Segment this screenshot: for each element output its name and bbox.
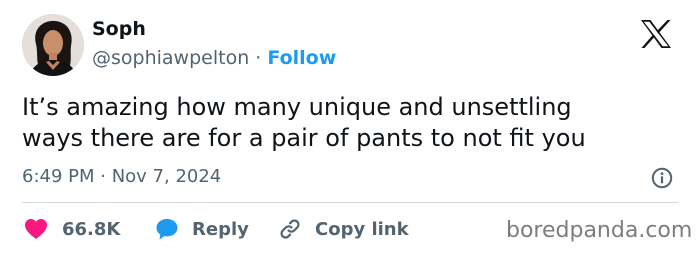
speech-bubble-icon (156, 219, 178, 240)
author-handle[interactable]: @sophiawpelton (92, 47, 249, 69)
tweet-text-line: ways there are for a pair of pants to no… (22, 124, 586, 152)
author-name[interactable]: Soph (92, 18, 146, 40)
follow-button[interactable]: Follow (267, 47, 336, 69)
tweet-timestamp[interactable]: 6:49 PM · Nov 7, 2024 (22, 166, 221, 187)
tweet-text: It’s amazing how many unique and unsettl… (22, 92, 662, 154)
copy-link-button[interactable]: Copy link (278, 214, 409, 244)
tweet-card: Soph @sophiawpelton · Follow It’s amazin… (0, 0, 700, 256)
divider (22, 202, 678, 203)
author-handle-row: @sophiawpelton · Follow (92, 47, 336, 69)
tweet-text-line: It’s amazing how many unique and unsettl… (22, 93, 572, 121)
x-logo-icon[interactable] (638, 18, 674, 50)
separator-dot: · (255, 47, 262, 69)
info-icon[interactable] (651, 167, 673, 189)
link-icon (280, 219, 300, 239)
reply-button[interactable]: Reply (155, 214, 249, 244)
heart-icon (25, 219, 47, 239)
copy-link-label: Copy link (315, 218, 409, 240)
profile-photo (22, 14, 84, 76)
like-count: 66.8K (62, 218, 121, 240)
avatar[interactable] (22, 14, 84, 76)
like-button[interactable]: 66.8K (24, 214, 120, 244)
watermark: boredpanda.com (506, 218, 693, 243)
reply-label: Reply (192, 218, 249, 240)
